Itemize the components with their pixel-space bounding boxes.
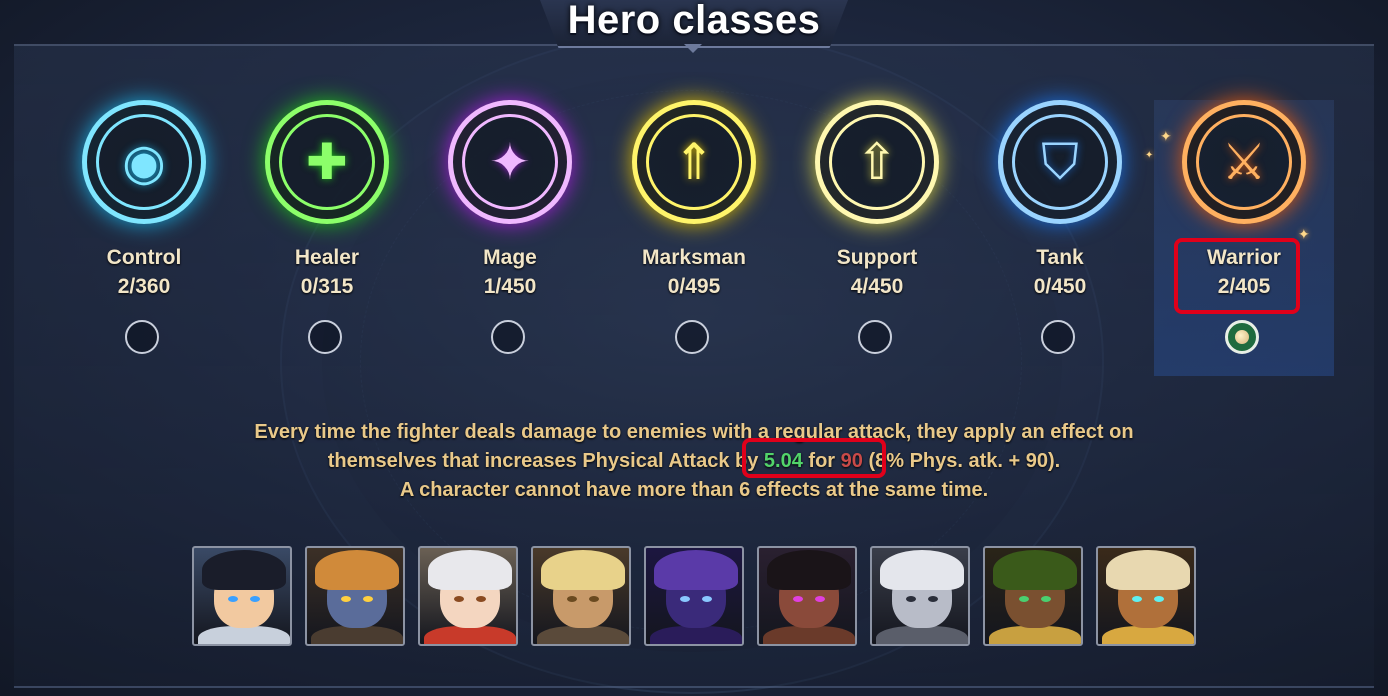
hero-portrait-3[interactable] xyxy=(418,546,518,646)
bow-icon[interactable]: ⇑ xyxy=(632,100,756,224)
hero-body xyxy=(1102,626,1194,644)
cross-icon-glyph: ✚ xyxy=(306,133,348,191)
description-line-1: Every time the fighter deals damage to e… xyxy=(254,421,1134,443)
hero-eye xyxy=(341,596,351,602)
class-name: Marksman xyxy=(642,246,746,269)
class-radio-button[interactable] xyxy=(125,320,159,354)
hero-portrait-5[interactable] xyxy=(644,546,744,646)
class-name: Support xyxy=(836,246,918,269)
class-marksman[interactable]: ⇑ Marksman 0/495 xyxy=(604,100,784,376)
class-support[interactable]: ⇧ Support 4/450 xyxy=(787,100,967,376)
class-tank[interactable]: ⛉ Tank 0/450 xyxy=(970,100,1150,376)
book-icon[interactable]: ✦ xyxy=(448,100,572,224)
class-count: 4/450 xyxy=(850,275,904,298)
hero-eye xyxy=(228,596,238,602)
hero-hair xyxy=(1106,550,1190,590)
hero-portrait-1[interactable] xyxy=(192,546,292,646)
class-count: 1/450 xyxy=(483,275,537,298)
hero-hair xyxy=(993,550,1077,590)
hero-eye xyxy=(250,596,260,602)
class-name: Control xyxy=(106,246,182,269)
title-notch xyxy=(684,44,702,53)
hero-portrait-8[interactable] xyxy=(983,546,1083,646)
class-radio-button[interactable] xyxy=(1225,320,1259,354)
eye-icon[interactable]: ◉ xyxy=(82,100,206,224)
hero-eye xyxy=(906,596,916,602)
hero-eye xyxy=(589,596,599,602)
hero-hair xyxy=(315,550,399,590)
hero-portrait-6[interactable] xyxy=(757,546,857,646)
hero-eye xyxy=(702,596,712,602)
hero-eye xyxy=(680,596,690,602)
class-count: 0/495 xyxy=(667,275,721,298)
class-count: 0/450 xyxy=(1033,275,1087,298)
hero-body xyxy=(311,626,403,644)
shield-icon[interactable]: ⛉ xyxy=(998,100,1122,224)
class-radio-button[interactable] xyxy=(675,320,709,354)
hero-hair xyxy=(202,550,286,590)
class-name: Tank xyxy=(1036,246,1084,269)
hero-hair xyxy=(428,550,512,590)
class-radio-button[interactable] xyxy=(1041,320,1075,354)
class-name: Mage xyxy=(483,246,537,269)
class-count: 2/360 xyxy=(117,275,171,298)
hero-eye xyxy=(1041,596,1051,602)
crossed-swords-icon[interactable]: ⚔ xyxy=(1182,100,1306,224)
class-radio-button[interactable] xyxy=(491,320,525,354)
hero-body xyxy=(198,626,290,644)
description-line-3: A character cannot have more than 6 effe… xyxy=(399,479,989,501)
eye-icon-glyph: ◉ xyxy=(122,133,166,191)
hero-portrait-7[interactable] xyxy=(870,546,970,646)
class-name: Healer xyxy=(294,246,360,269)
class-healer[interactable]: ✚ Healer 0/315 xyxy=(237,100,417,376)
cross-icon[interactable]: ✚ xyxy=(265,100,389,224)
hero-body xyxy=(763,626,855,644)
class-mage[interactable]: ✦ Mage 1/450 xyxy=(420,100,600,376)
hero-body xyxy=(876,626,968,644)
hero-portrait-9[interactable] xyxy=(1096,546,1196,646)
hero-eye xyxy=(1132,596,1142,602)
hero-hair xyxy=(767,550,851,590)
hero-eye xyxy=(815,596,825,602)
hero-hair xyxy=(654,550,738,590)
hero-eye xyxy=(476,596,486,602)
hero-eye xyxy=(454,596,464,602)
hero-eye xyxy=(363,596,373,602)
class-radio-button[interactable] xyxy=(308,320,342,354)
hero-portrait-2[interactable] xyxy=(305,546,405,646)
class-radio-button[interactable] xyxy=(858,320,892,354)
crossed-swords-icon-glyph: ⚔ xyxy=(1221,133,1267,191)
hero-eye xyxy=(793,596,803,602)
hero-eye xyxy=(928,596,938,602)
class-count: 0/315 xyxy=(300,275,354,298)
description-line-2: themselves that increases Physical Attac… xyxy=(327,450,1061,472)
hero-hair xyxy=(880,550,964,590)
shield-icon-glyph: ⛉ xyxy=(1041,133,1079,191)
hero-portrait-4[interactable] xyxy=(531,546,631,646)
bow-icon-glyph: ⇑ xyxy=(673,133,715,191)
hero-body xyxy=(537,626,629,644)
sparkle-icon: ✦ xyxy=(1145,150,1154,161)
hero-hair xyxy=(541,550,625,590)
hero-eye xyxy=(1154,596,1164,602)
class-description: Every time the fighter deals damage to e… xyxy=(180,418,1208,505)
warrior-highlight-box xyxy=(1174,238,1300,314)
hero-eye xyxy=(1019,596,1029,602)
hero-body xyxy=(424,626,516,644)
page-title: Hero classes xyxy=(567,0,821,42)
value-highlight-box xyxy=(742,438,886,478)
hero-body xyxy=(989,626,1081,644)
book-icon-glyph: ✦ xyxy=(489,133,531,191)
arrow-icon-glyph: ⇧ xyxy=(856,133,898,191)
sparkle-icon: ✦ xyxy=(1160,128,1172,144)
sparkle-icon: ✦ xyxy=(1298,226,1310,242)
class-control[interactable]: ◉ Control 2/360 xyxy=(54,100,234,376)
hero-body xyxy=(650,626,742,644)
hero-classes-screen: Hero classes ◉ Control 2/360 ✚ Healer 0/315 ✦ M… xyxy=(0,0,1388,696)
hero-eye xyxy=(567,596,577,602)
arrow-icon[interactable]: ⇧ xyxy=(815,100,939,224)
